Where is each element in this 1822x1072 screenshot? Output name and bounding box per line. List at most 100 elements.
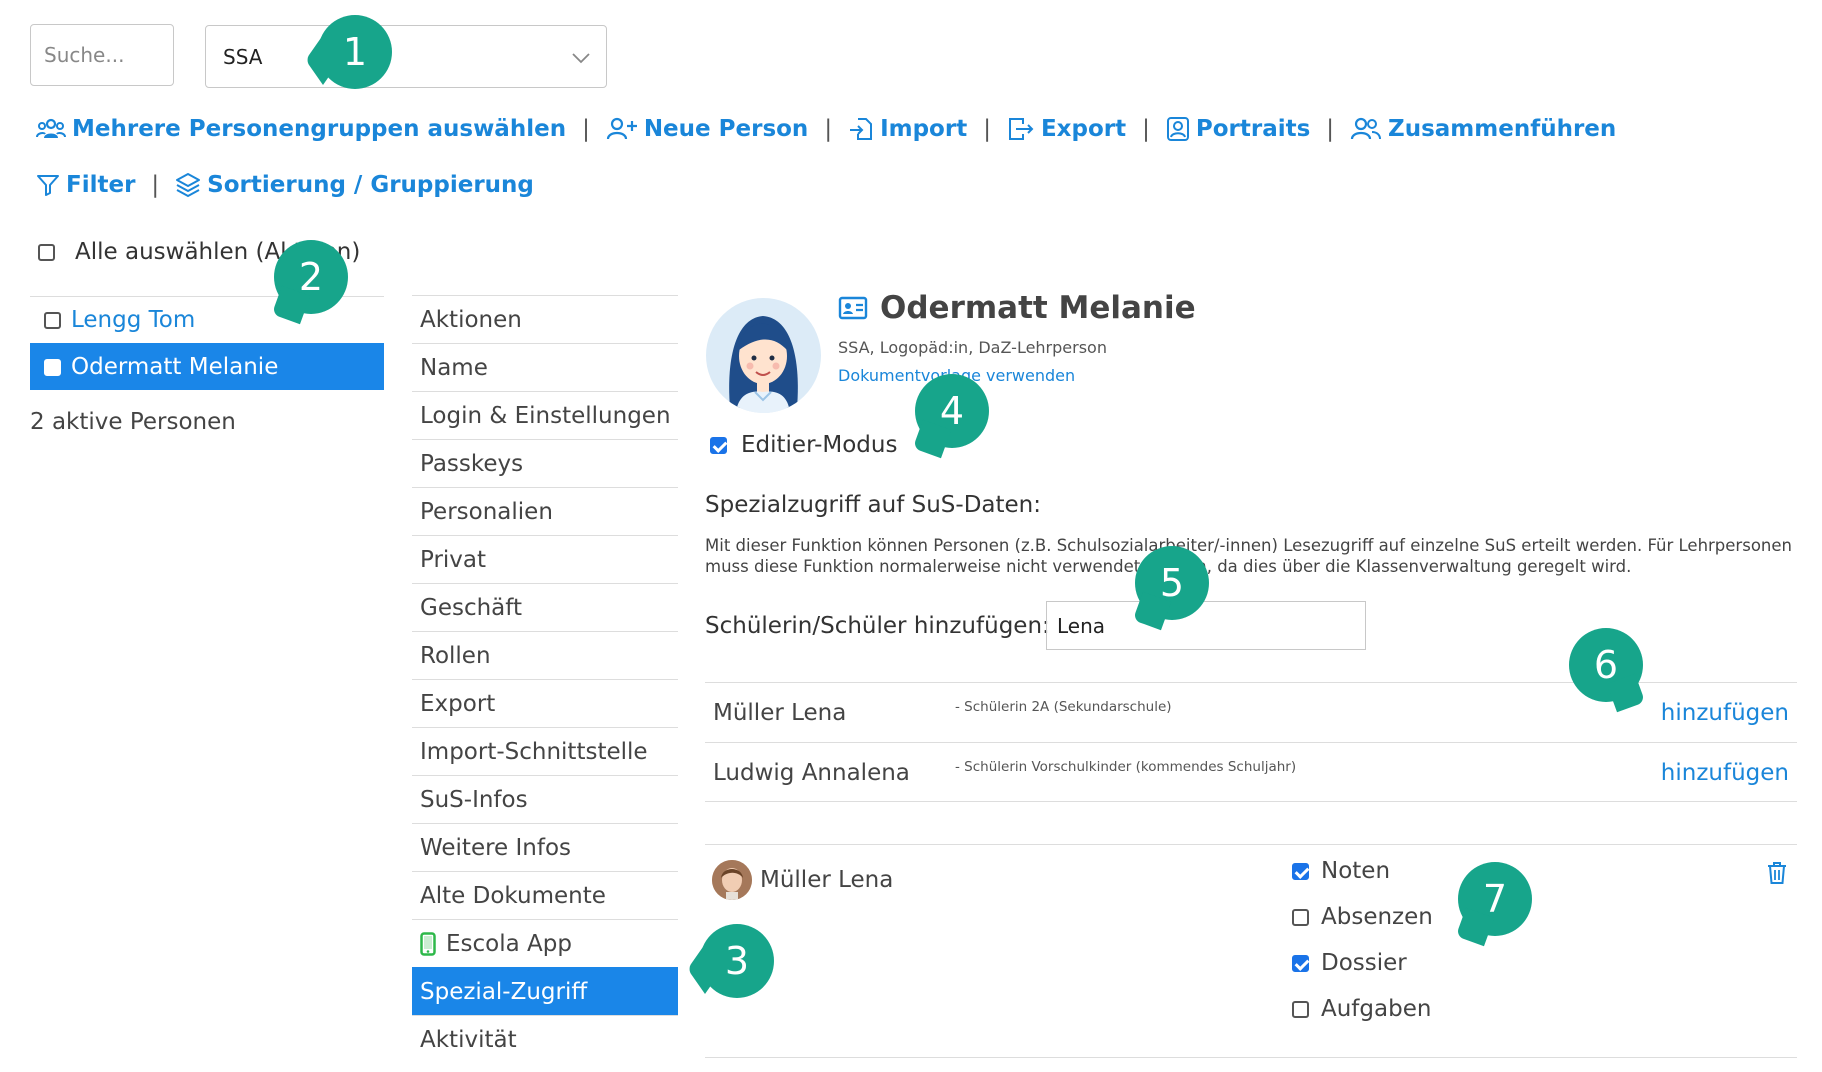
menu-item-label: Weitere Infos	[420, 834, 572, 861]
menu-item-geschaeft[interactable]: Geschäft	[412, 583, 678, 631]
trash-icon[interactable]	[1766, 860, 1788, 886]
person-row-selected[interactable]: Odermatt Melanie	[30, 343, 384, 390]
profile-name: Odermatt Melanie	[880, 290, 1196, 326]
menu-item-aktivitaet[interactable]: Aktivität	[412, 1015, 678, 1063]
chevron-down-icon	[572, 53, 590, 64]
sorting-button[interactable]: Sortierung / Gruppierung	[175, 172, 534, 198]
menu-item-label: Name	[420, 354, 488, 381]
merge-button[interactable]: Zusammenführen	[1350, 116, 1616, 142]
select-groups-button[interactable]: Mehrere Personengruppen auswählen	[36, 116, 566, 142]
search-input[interactable]: Suche...	[30, 24, 174, 86]
callout-6: 6	[1569, 628, 1643, 702]
add-student-label: Schülerin/Schüler hinzufügen:	[705, 613, 1050, 639]
avatar	[706, 298, 821, 413]
menu-item-aktionen[interactable]: Aktionen	[412, 295, 678, 343]
menu-item-label: Export	[420, 690, 496, 717]
menu-item-export[interactable]: Export	[412, 679, 678, 727]
result-info: - Schülerin Vorschulkinder (kommendes Sc…	[955, 759, 1297, 775]
sorting-label: Sortierung / Gruppierung	[207, 172, 534, 198]
edit-mode-label: Editier-Modus	[741, 432, 898, 458]
permission-label: Aufgaben	[1321, 996, 1432, 1022]
permission-label: Absenzen	[1321, 904, 1433, 930]
menu-item-label: Escola App	[446, 930, 572, 957]
callout-4: 4	[915, 374, 989, 448]
permission-checkbox[interactable]	[1292, 1000, 1309, 1018]
permission-checkbox[interactable]	[1292, 862, 1309, 880]
toolbar-row-1: Mehrere Personengruppen auswählen | Neue…	[36, 116, 1616, 142]
menu-item-personalien[interactable]: Personalien	[412, 487, 678, 535]
menu-item-label: Login & Einstellungen	[420, 402, 671, 429]
group-select[interactable]: SSA	[205, 25, 607, 88]
menu-item-weitere-infos[interactable]: Weitere Infos	[412, 823, 678, 871]
filter-button[interactable]: Filter	[36, 172, 135, 198]
separator: |	[151, 172, 160, 198]
callout-2: 2	[274, 240, 348, 314]
separator: |	[1326, 116, 1335, 142]
result-info: - Schülerin 2A (Sekundarschule)	[955, 699, 1172, 715]
separator: |	[983, 116, 991, 142]
permission-aufgaben[interactable]: Aufgaben	[1292, 996, 1431, 1022]
add-student-value: Lena	[1057, 613, 1106, 638]
granted-person-name: Müller Lena	[760, 867, 894, 893]
result-name: Ludwig Annalena	[713, 760, 910, 786]
permission-absenzen[interactable]: Absenzen	[1292, 904, 1433, 930]
menu-item-label: Passkeys	[420, 450, 524, 477]
permission-checkbox[interactable]	[1292, 954, 1309, 972]
new-person-button[interactable]: Neue Person	[606, 116, 808, 142]
menu-item-import-schnittstelle[interactable]: Import-Schnittstelle	[412, 727, 678, 775]
add-student-input[interactable]: Lena	[1046, 601, 1366, 650]
portraits-label: Portraits	[1195, 116, 1311, 142]
person-name-link[interactable]: Lengg Tom	[71, 307, 195, 333]
result-row: Ludwig Annalena - Schülerin Vorschulkind…	[705, 742, 1797, 802]
callout-number: 6	[1593, 643, 1619, 687]
merge-label: Zusammenführen	[1388, 116, 1617, 142]
menu-item-label: Import-Schnittstelle	[420, 738, 648, 765]
portraits-button[interactable]: Portraits	[1166, 116, 1310, 142]
menu-item-privat[interactable]: Privat	[412, 535, 678, 583]
user-plus-icon	[606, 117, 637, 140]
export-button[interactable]: Export	[1007, 116, 1126, 142]
menu-item-passkeys[interactable]: Passkeys	[412, 439, 678, 487]
callout-5: 5	[1135, 546, 1209, 620]
edit-mode-checkbox[interactable]	[710, 436, 727, 454]
person-checkbox[interactable]	[44, 358, 61, 376]
menu-item-escola-app[interactable]: Escola App	[412, 919, 678, 967]
profile-roles: SSA, Logopäd:in, DaZ-Lehrperson	[838, 338, 1107, 357]
menu-item-login[interactable]: Login & Einstellungen	[412, 391, 678, 439]
persons-count: 2 aktive Personen	[30, 409, 236, 435]
permission-dossier[interactable]: Dossier	[1292, 950, 1407, 976]
import-label: Import	[880, 116, 968, 142]
menu-item-alte-dokumente[interactable]: Alte Dokumente	[412, 871, 678, 919]
select-all-checkbox[interactable]	[38, 243, 55, 261]
callout-3: 3	[700, 924, 774, 998]
menu-item-label: Aktionen	[420, 306, 522, 333]
separator: |	[582, 116, 590, 142]
menu-item-sus-infos[interactable]: SuS-Infos	[412, 775, 678, 823]
search-placeholder: Suche...	[44, 43, 125, 67]
menu-item-label: Alte Dokumente	[420, 882, 606, 909]
portrait-icon	[1166, 117, 1189, 141]
add-result-link[interactable]: hinzufügen	[1661, 700, 1789, 726]
callout-number: 1	[342, 30, 368, 74]
callout-1: 1	[318, 15, 392, 89]
menu-item-label: Geschäft	[420, 594, 522, 621]
callout-number: 7	[1482, 877, 1508, 921]
permission-noten[interactable]: Noten	[1292, 858, 1390, 884]
menu-item-name[interactable]: Name	[412, 343, 678, 391]
permission-checkbox[interactable]	[1292, 908, 1309, 926]
person-name[interactable]: Odermatt Melanie	[71, 354, 278, 380]
edit-mode-toggle[interactable]: Editier-Modus	[710, 432, 897, 458]
menu-item-spezial-zugriff[interactable]: Spezial-Zugriff	[412, 967, 678, 1015]
add-result-link[interactable]: hinzufügen	[1661, 760, 1789, 786]
import-button[interactable]: Import	[848, 116, 967, 142]
student-avatar	[712, 860, 752, 900]
menu-item-label: Privat	[420, 546, 487, 573]
section-heading: Spezialzugriff auf SuS-Daten:	[705, 492, 1042, 518]
layers-icon	[176, 173, 201, 198]
permission-label: Dossier	[1321, 950, 1407, 976]
person-checkbox[interactable]	[44, 311, 61, 329]
section-description: Mit dieser Funktion können Personen (z.B…	[705, 536, 1792, 576]
callout-number: 5	[1159, 561, 1185, 605]
menu-item-rollen[interactable]: Rollen	[412, 631, 678, 679]
separator: |	[1142, 116, 1150, 142]
